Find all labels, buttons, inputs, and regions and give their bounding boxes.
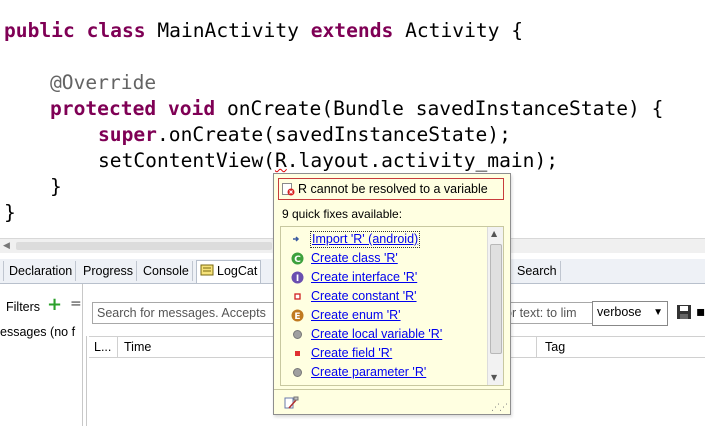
column-header-level[interactable]: L... — [94, 340, 111, 354]
tab-console[interactable]: Console — [140, 261, 193, 281]
quick-fix-item[interactable]: C Create class 'R' — [281, 249, 486, 268]
column-separator[interactable] — [117, 337, 118, 357]
field-icon — [291, 347, 304, 360]
quick-fix-count: 9 quick fixes available: — [282, 207, 403, 221]
svg-text:I: I — [296, 274, 299, 284]
quick-fix-item[interactable]: Create local variable 'R' — [281, 325, 486, 344]
search-text-input[interactable] — [500, 302, 596, 324]
log-level-select[interactable]: verbose ▼ — [592, 301, 668, 326]
logcat-icon — [200, 262, 214, 276]
quick-fix-item[interactable]: E Create enum 'R' — [281, 306, 486, 325]
column-header-time[interactable]: Time — [124, 340, 151, 354]
divider — [86, 336, 87, 426]
save-icon[interactable] — [676, 304, 692, 320]
code-line-set-content-view[interactable]: setContentView(R.layout.activity_main); — [98, 148, 558, 174]
svg-text:E: E — [294, 312, 300, 322]
error-icon — [282, 182, 295, 196]
parameter-icon — [291, 366, 304, 379]
scroll-left-icon[interactable]: ◀ — [3, 241, 10, 251]
tab-search[interactable]: Search — [514, 261, 561, 281]
quick-fix-scrollbar[interactable]: ▲ ▼ — [487, 227, 503, 385]
import-icon — [291, 233, 304, 246]
constant-icon — [291, 290, 304, 303]
fix-all-icon[interactable] — [284, 395, 299, 409]
quick-fix-item[interactable]: I Create interface 'R' — [281, 268, 486, 287]
quick-fix-problem: R cannot be resolved to a variable — [278, 178, 504, 200]
code-line-class-decl[interactable]: public class MainActivity extends Activi… — [4, 18, 523, 44]
filters-label: Filters — [6, 300, 41, 314]
tab-hidden-left[interactable] — [0, 261, 4, 281]
tab-progress[interactable]: Progress — [80, 261, 138, 281]
tab-declaration[interactable]: Declaration — [6, 261, 77, 281]
local-variable-icon — [291, 328, 304, 341]
column-separator[interactable] — [536, 337, 537, 357]
interface-icon: I — [291, 271, 304, 284]
scroll-down-icon[interactable]: ▼ — [491, 373, 497, 382]
scrollbar-thumb[interactable] — [490, 244, 502, 354]
quick-fix-item[interactable]: Create constant 'R' — [281, 287, 486, 306]
resize-grip-icon[interactable]: ⋰⋰ — [491, 403, 508, 413]
more-icon[interactable]: ▪ — [696, 304, 705, 320]
quick-fix-footer: ⋰⋰ — [274, 389, 510, 415]
code-line-annotation[interactable]: @Override — [50, 70, 156, 96]
code-line-class-close[interactable]: } — [4, 200, 16, 226]
add-filter-icon[interactable]: + — [47, 296, 62, 314]
column-header-tag[interactable]: Tag — [545, 340, 565, 354]
quick-fix-item[interactable]: Create field 'R' — [281, 344, 486, 363]
dropdown-arrow-icon: ▼ — [653, 307, 663, 318]
filters-list-item[interactable]: essages (no f — [0, 325, 75, 339]
remove-filter-icon[interactable]: = — [70, 296, 82, 312]
search-messages-input[interactable] — [92, 302, 288, 324]
svg-text:C: C — [294, 255, 301, 265]
quick-fix-item[interactable]: Import 'R' (android) — [281, 230, 486, 249]
code-line-method-close[interactable]: } — [50, 174, 62, 200]
quick-fix-popup[interactable]: R cannot be resolved to a variable 9 qui… — [273, 173, 511, 415]
class-icon: C — [291, 252, 304, 265]
quick-fix-list[interactable]: Import 'R' (android) C Create class 'R' … — [280, 226, 504, 386]
code-line-super-call[interactable]: super.onCreate(savedInstanceState); — [98, 122, 511, 148]
unresolved-symbol-r[interactable]: R — [275, 149, 287, 172]
scroll-up-icon[interactable]: ▲ — [491, 229, 497, 238]
enum-icon: E — [291, 309, 304, 322]
filters-pane: Filters + = essages (no f — [0, 284, 83, 426]
code-line-method-decl[interactable]: protected void onCreate(Bundle savedInst… — [50, 96, 663, 122]
quick-fix-item[interactable]: Create parameter 'R' — [281, 363, 486, 382]
scrollbar-thumb[interactable] — [16, 242, 272, 250]
tab-logcat[interactable]: LogCat — [196, 260, 262, 283]
